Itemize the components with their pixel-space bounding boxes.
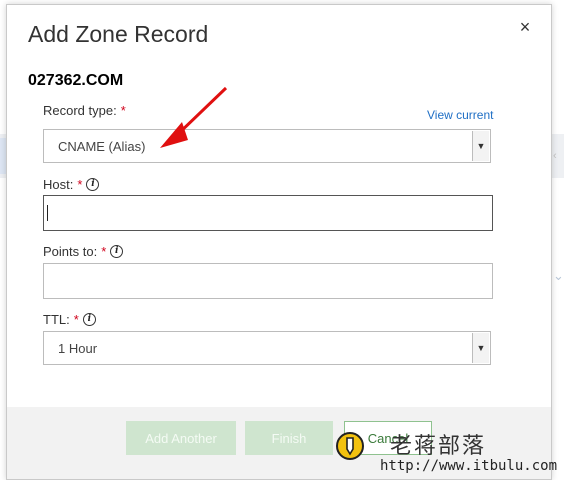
annotation-arrow-icon	[160, 86, 228, 148]
annotation-arrow-head	[160, 122, 188, 148]
watermark-url: http://www.itbulu.com	[380, 458, 558, 474]
watermark: 老蒋部落 http://www.itbulu.com	[336, 424, 564, 478]
watermark-chinese-text: 老蒋部落	[390, 434, 487, 459]
watermark-logo-icon	[336, 432, 364, 460]
watermark-pencil-icon	[346, 437, 354, 456]
